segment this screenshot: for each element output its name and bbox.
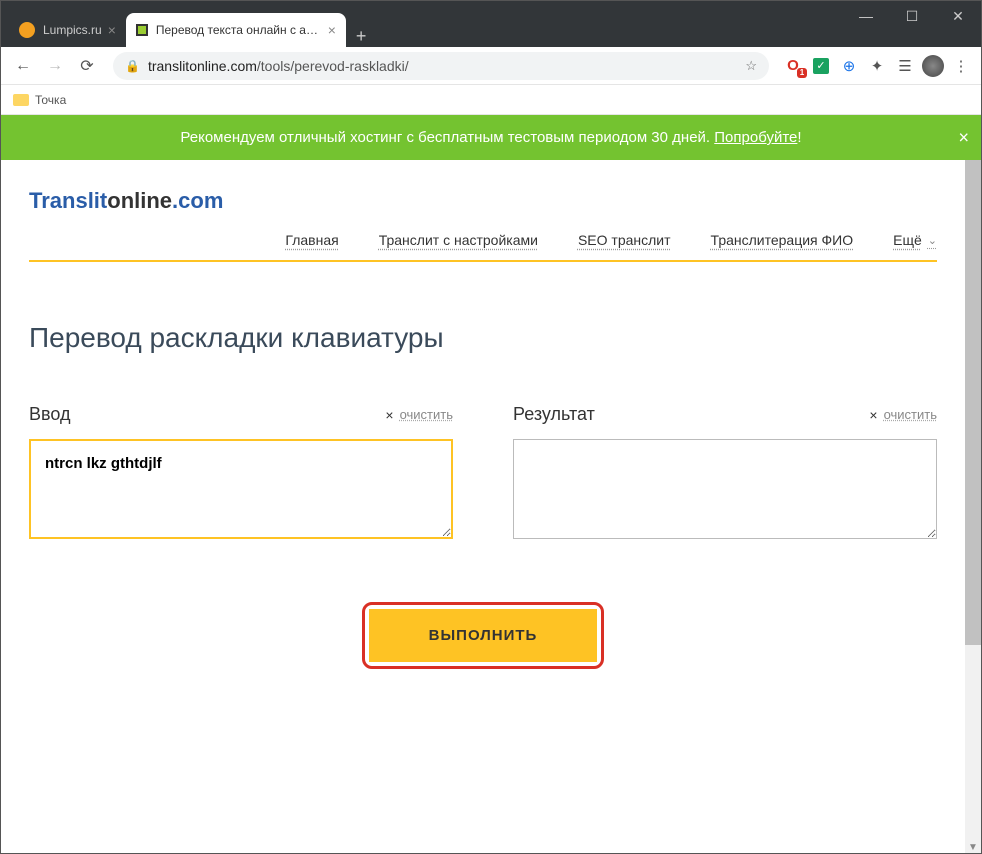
folder-icon — [13, 94, 29, 106]
extension-globe-icon[interactable]: ⊕ — [837, 54, 861, 78]
output-header: Результат × очистить — [513, 404, 937, 425]
close-button[interactable]: ✕ — [935, 1, 981, 31]
banner-text: Рекомендуем отличный хостинг с бесплатны… — [180, 129, 714, 146]
address-bar: ← → ⟳ 🔒 translitonline.com/tools/perevod… — [1, 47, 981, 85]
banner-close-icon[interactable]: × — [958, 127, 969, 148]
promo-banner: Рекомендуем отличный хостинг с бесплатны… — [1, 115, 981, 160]
close-icon: × — [869, 407, 877, 423]
reading-list-icon[interactable]: ☰ — [893, 54, 917, 78]
banner-exclaim: ! — [797, 129, 801, 146]
scroll-down-icon[interactable]: ▼ — [965, 839, 981, 854]
forward-button[interactable]: → — [41, 52, 69, 80]
io-panels: Ввод × очистить Результат × очистить — [29, 404, 937, 542]
bookmark-folder[interactable]: Точка — [13, 93, 66, 107]
nav-seo-translit[interactable]: SEO транслит — [578, 232, 671, 248]
page-viewport: ▲ ▼ Рекомендуем отличный хостинг с беспл… — [1, 115, 981, 854]
window-controls: — ☐ ✕ — [843, 1, 981, 47]
output-panel: Результат × очистить — [513, 404, 937, 542]
nav-home[interactable]: Главная — [285, 232, 338, 248]
input-textarea[interactable] — [29, 439, 453, 539]
close-icon: × — [385, 407, 393, 423]
menu-icon[interactable]: ⋮ — [949, 54, 973, 78]
nav-more[interactable]: Ещё⌄ — [893, 232, 937, 248]
bookmarks-bar: Точка — [1, 85, 981, 115]
submit-area: ВЫПОЛНИТЬ — [29, 602, 937, 669]
clear-label: очистить — [400, 407, 453, 422]
submit-button[interactable]: ВЫПОЛНИТЬ — [369, 609, 598, 662]
nav-fio-translit[interactable]: Транслитерация ФИО — [711, 232, 854, 248]
new-tab-button[interactable]: + — [346, 26, 377, 47]
browser-window: Lumpics.ru × Перевод текста онлайн с анг… — [0, 0, 982, 854]
banner-link[interactable]: Попробуйте — [714, 129, 797, 146]
input-header: Ввод × очистить — [29, 404, 453, 425]
output-textarea[interactable] — [513, 439, 937, 539]
favicon-icon — [136, 24, 148, 36]
extension-opera-icon[interactable]: O — [781, 54, 805, 78]
lock-icon: 🔒 — [125, 59, 140, 73]
close-icon[interactable]: × — [108, 22, 116, 38]
scrollbar-thumb[interactable] — [965, 115, 981, 645]
close-icon[interactable]: × — [328, 22, 336, 38]
page-title: Перевод раскладки клавиатуры — [29, 322, 937, 354]
main-nav: Главная Транслит с настройками SEO транс… — [29, 232, 937, 262]
back-button[interactable]: ← — [9, 52, 37, 80]
tab-lumpics[interactable]: Lumpics.ru × — [9, 13, 126, 47]
input-panel: Ввод × очистить — [29, 404, 453, 542]
input-clear-button[interactable]: × очистить — [385, 407, 453, 423]
minimize-button[interactable]: — — [843, 1, 889, 31]
highlight-annotation: ВЫПОЛНИТЬ — [362, 602, 605, 669]
extension-check-icon[interactable]: ✓ — [809, 54, 833, 78]
favicon-icon — [19, 22, 35, 38]
output-clear-button[interactable]: × очистить — [869, 407, 937, 423]
tab-title: Перевод текста онлайн с англи — [156, 23, 322, 37]
star-icon[interactable]: ☆ — [745, 58, 757, 74]
extensions-icon[interactable]: ✦ — [865, 54, 889, 78]
site-logo[interactable]: Translitonline.com — [29, 188, 937, 214]
tab-title: Lumpics.ru — [43, 23, 102, 37]
maximize-button[interactable]: ☐ — [889, 1, 935, 31]
page-content: Translitonline.com Главная Транслит с на… — [1, 188, 965, 669]
url-text: translitonline.com/tools/perevod-rasklad… — [148, 58, 409, 74]
input-label: Ввод — [29, 404, 70, 425]
reload-button[interactable]: ⟳ — [73, 52, 101, 80]
nav-translit-settings[interactable]: Транслит с настройками — [379, 232, 538, 248]
chevron-down-icon: ⌄ — [928, 234, 937, 247]
titlebar: Lumpics.ru × Перевод текста онлайн с анг… — [1, 1, 981, 47]
bookmark-label: Точка — [35, 93, 66, 107]
url-field[interactable]: 🔒 translitonline.com/tools/perevod-raskl… — [113, 52, 769, 80]
profile-avatar[interactable] — [921, 54, 945, 78]
output-label: Результат — [513, 404, 595, 425]
tab-translit[interactable]: Перевод текста онлайн с англи × — [126, 13, 346, 47]
clear-label: очистить — [884, 407, 937, 422]
